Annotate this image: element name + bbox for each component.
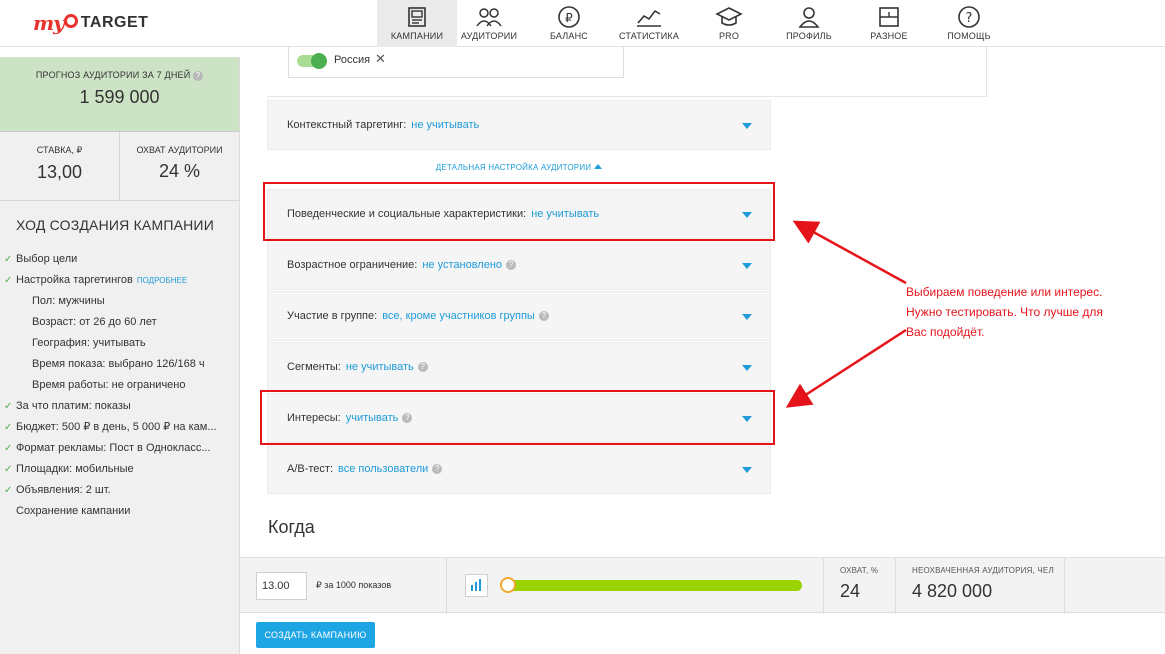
reach-percent: ОХВАТ, % 24 [840,566,878,602]
reach-percent-label: ОХВАТ, % [840,566,879,575]
arrow-to-behavior [792,220,907,285]
chart-button[interactable] [465,574,488,597]
bottom-bar: ₽ за 1000 показов ОХВАТ, % 24 НЕОХВАЧЕНН… [240,557,1165,614]
create-campaign-button[interactable]: СОЗДАТЬ КАМПАНИЮ [256,622,375,648]
bid-input[interactable] [256,572,307,600]
arrow-to-interests [785,328,907,408]
divider [1064,558,1065,614]
slider-knob[interactable] [500,577,516,593]
slider-fill [506,580,802,591]
uncovered-label: НЕОХВАЧЕННАЯ АУДИТОРИЯ, ЧЕЛ [912,566,1054,575]
bid-unit-label: ₽ за 1000 показов [316,580,392,590]
annotation-note: Выбираем поведение или интерес. Нужно те… [906,285,1103,339]
divider [446,558,447,614]
reach-slider[interactable] [500,577,802,593]
reach-percent-value: 24 [840,581,861,601]
uncovered-audience: НЕОХВАЧЕННАЯ АУДИТОРИЯ, ЧЕЛ 4 820 000 [912,566,1054,602]
uncovered-value: 4 820 000 [912,581,993,601]
bar-chart-icon [471,579,481,591]
divider [895,558,896,614]
divider [823,558,824,614]
